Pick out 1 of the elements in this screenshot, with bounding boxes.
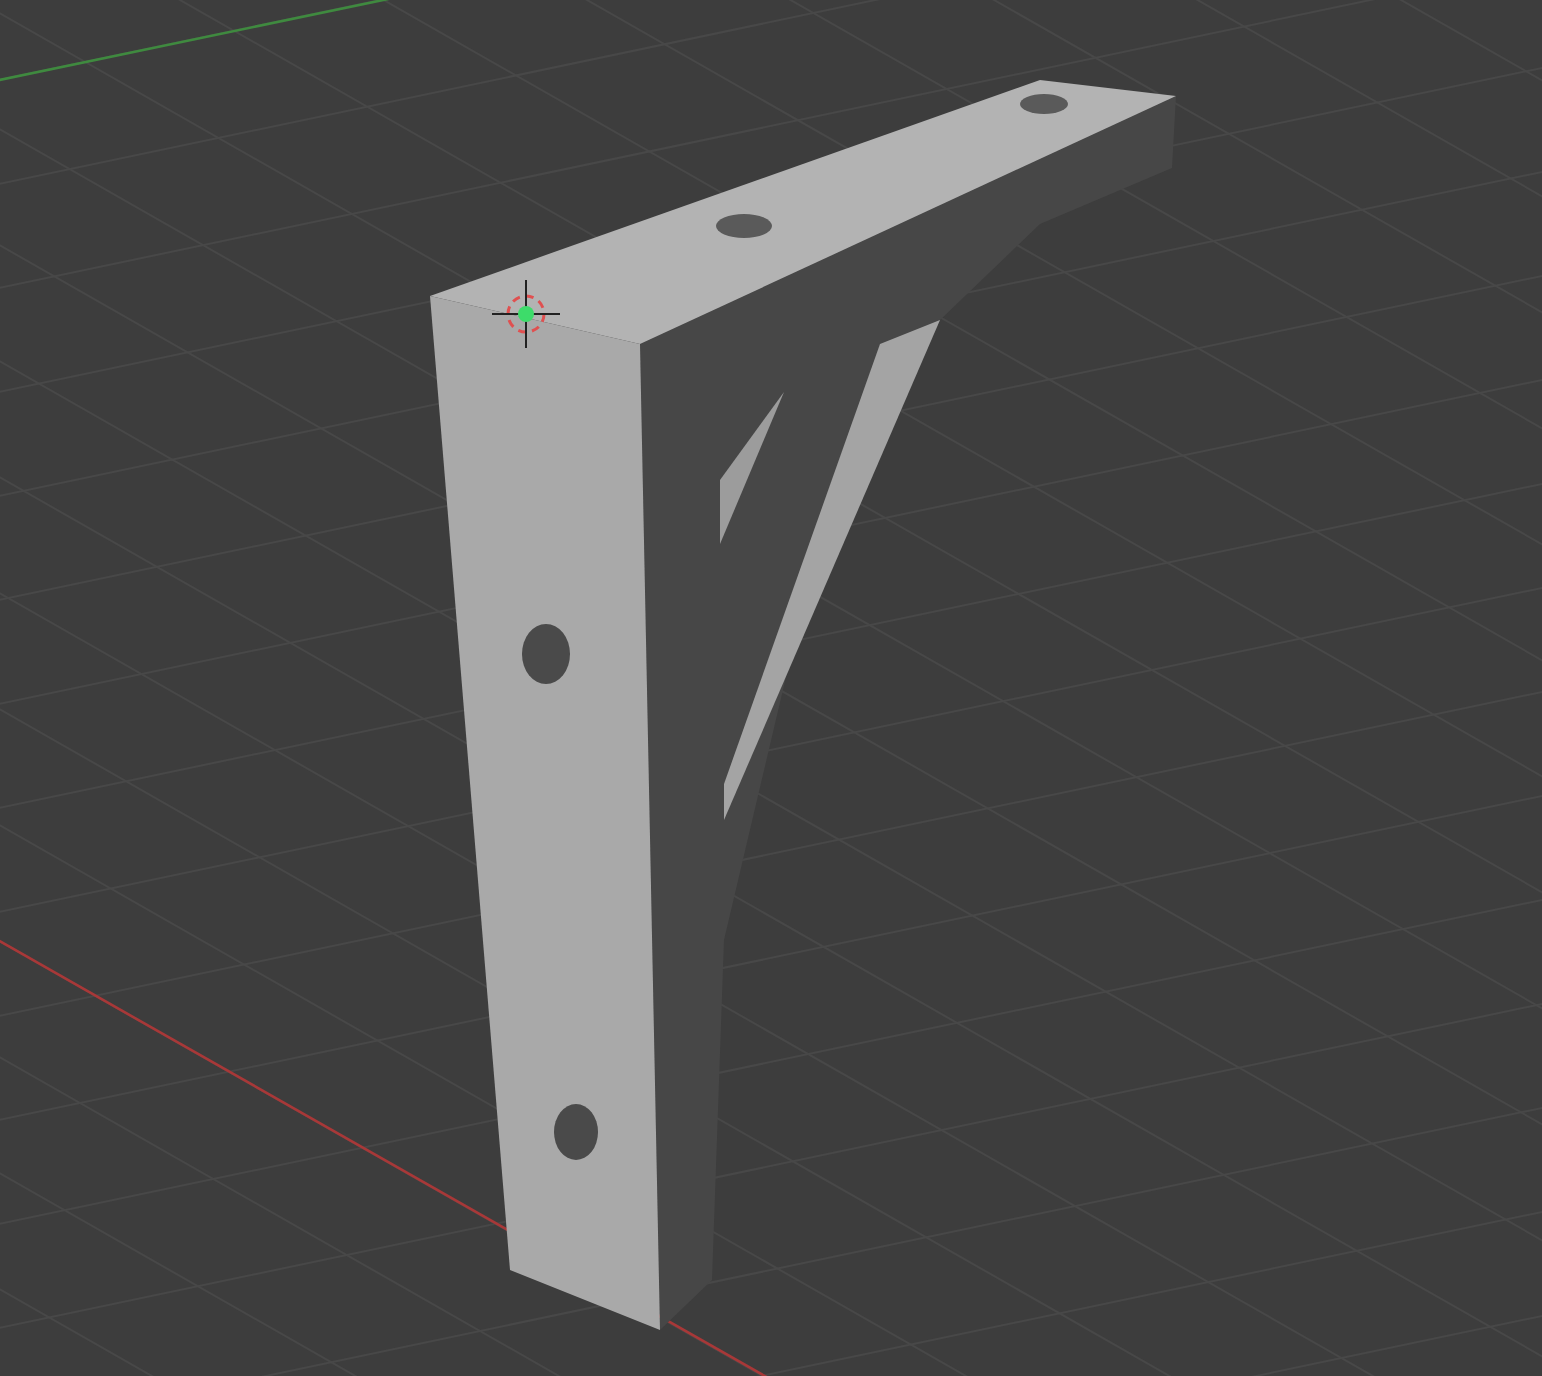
cursor-icon — [491, 279, 561, 349]
